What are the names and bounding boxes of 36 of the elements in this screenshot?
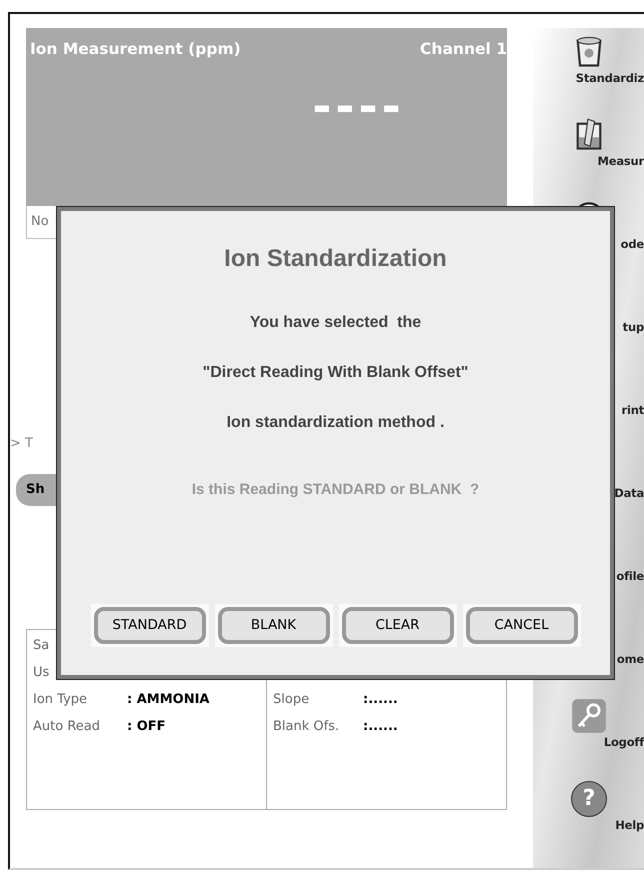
dialog-button[interactable]: STANDARD	[94, 607, 206, 644]
info-label: Ion Type	[33, 690, 88, 708]
info-value: : AMMONIA	[127, 690, 210, 708]
dialog-message: You have selected the	[250, 313, 422, 333]
info-label: Auto Read	[33, 718, 101, 736]
section-link[interactable]: > T	[10, 436, 33, 451]
help-icon[interactable]: ?	[571, 781, 607, 817]
sidebar-item[interactable]: rint	[622, 402, 644, 420]
info-value: : OFF	[127, 718, 166, 736]
panel-title: Ion Measurement (ppm)	[30, 39, 241, 60]
reading-value: ----	[312, 83, 405, 130]
info-label: Sa	[33, 636, 50, 654]
sidebar-item[interactable]: ode	[620, 236, 644, 254]
key-icon[interactable]	[571, 698, 607, 734]
sidebar-item[interactable]: Data	[614, 485, 644, 502]
sidebar-item[interactable]: Measur	[597, 153, 644, 170]
info-label: Slope	[273, 690, 310, 708]
sidebar-item[interactable]: Help	[615, 817, 644, 834]
info-value: :......	[363, 690, 398, 708]
dialog-message: "Direct Reading With Blank Offset"	[202, 363, 468, 383]
dialog-message: Ion standardization method .	[226, 413, 444, 433]
dialog-title: Ion Standardization	[224, 244, 447, 274]
sidebar-item[interactable]: Logoff	[604, 734, 644, 752]
note-text: No	[31, 214, 49, 229]
sidebar-item[interactable]: ofile	[616, 568, 644, 586]
info-label: Blank Ofs.	[273, 718, 340, 736]
dialog-button[interactable]: CLEAR	[342, 607, 454, 644]
sidebar-item[interactable]: tup	[622, 319, 644, 336]
dialog-question: Is this Reading STANDARD or BLANK ?	[192, 480, 480, 500]
info-label: Us	[33, 664, 50, 682]
dialog-button[interactable]: BLANK	[218, 607, 330, 644]
sidebar-item[interactable]: ome	[616, 651, 644, 668]
dialog-button[interactable]: CANCEL	[466, 607, 578, 644]
info-value: :......	[363, 718, 398, 736]
sidebar-item[interactable]: Standardiz	[576, 70, 644, 88]
channel-label: Channel 1	[420, 39, 507, 60]
